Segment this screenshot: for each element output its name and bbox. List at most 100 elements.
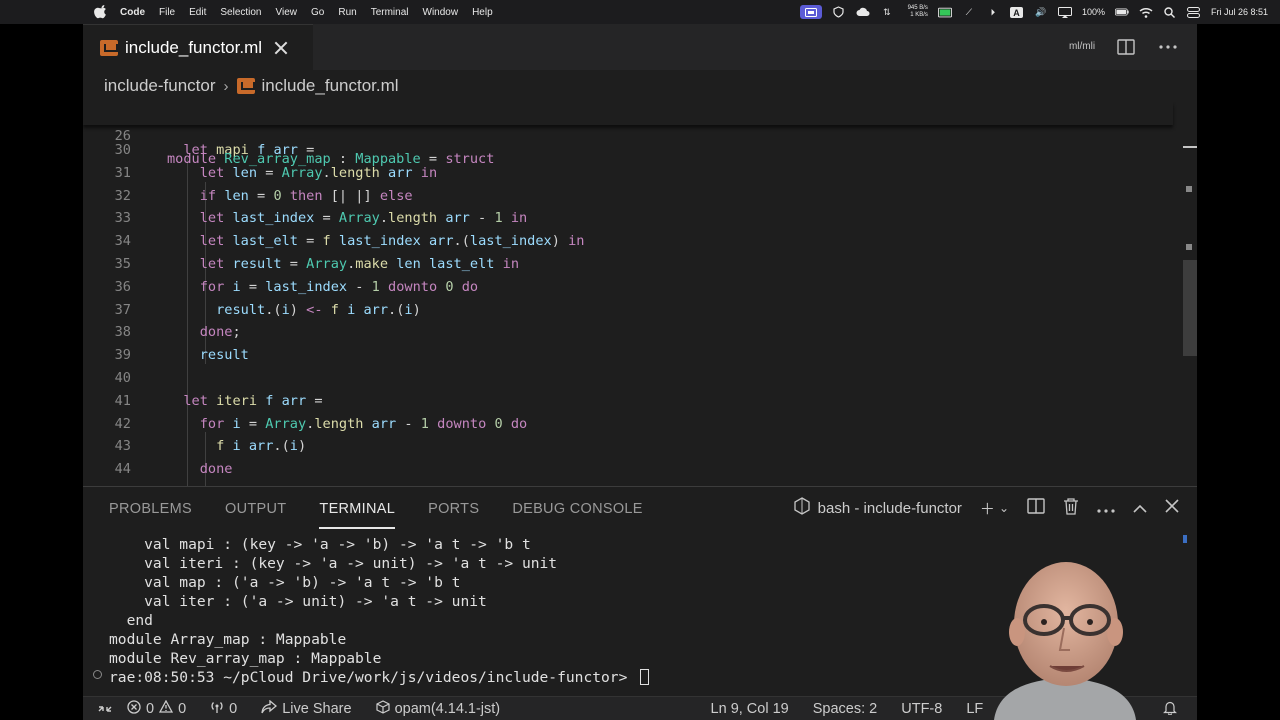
close-panel-icon[interactable] [1165,499,1179,517]
code-editor[interactable]: 26 module Rev_array_map : Mappable = str… [83,102,1197,486]
more-actions-icon[interactable] [1157,36,1179,58]
cursor-position[interactable]: Ln 9, Col 19 [711,701,789,717]
maximize-panel-icon[interactable] [1133,500,1147,517]
menu-edit[interactable]: Edit [189,7,206,18]
tab-include-functor[interactable]: include_functor.ml [83,24,313,70]
problems-indicator[interactable]: 0 0 [127,699,187,718]
menu-go[interactable]: Go [311,7,324,18]
tab-ports[interactable]: PORTS [428,501,479,517]
code-line[interactable]: 44 done [83,458,1173,481]
battery-icon[interactable] [1114,6,1129,18]
code-line[interactable]: 32 if len = 0 then [| |] else [83,185,1173,208]
network-speed: 945 B/s 1 KB/s [904,5,928,19]
split-terminal-icon[interactable] [1027,498,1045,518]
code-line[interactable]: 36 for i = last_index - 1 downto 0 do [83,276,1173,299]
display-icon[interactable] [937,6,952,18]
overview-marker [1186,244,1192,250]
volume-icon[interactable]: 🔊 [1034,6,1048,18]
menu-window[interactable]: Window [423,7,459,18]
shield-icon[interactable] [832,6,846,18]
net-down: 1 KB/s [910,12,928,18]
chevron-right-icon: › [223,77,229,95]
ports-indicator[interactable]: 0 [210,700,237,718]
code-line[interactable]: 34 let last_elt = f last_index arr.(last… [83,230,1173,253]
menu-app-name[interactable]: Code [120,7,145,18]
trash-icon[interactable] [1063,497,1079,519]
menu-help[interactable]: Help [472,7,493,18]
line-number: 36 [114,278,131,295]
new-terminal-icon[interactable]: ＋ [980,498,995,519]
code-text: done [199,461,233,478]
pen-icon[interactable]: ⟋ [962,6,976,18]
terminal-line: val mapi : (key -> 'a -> 'b) -> 'a t -> … [109,536,531,553]
terminal-line: module Array_map : Mappable [109,631,347,648]
switch-ml-mli-button[interactable]: ml/mli [1069,36,1095,58]
screen-mirror-icon[interactable] [1057,6,1072,18]
tab-output[interactable]: OUTPUT [225,501,286,517]
code-line[interactable]: 38 done; [83,321,1173,344]
code-line[interactable]: 43 f i arr.(i) [83,435,1173,458]
chevron-down-icon[interactable]: ⌄ [999,501,1009,515]
editor-tab-bar: include_functor.ml ml/mli [83,24,1197,70]
menubar-clock[interactable]: Fri Jul 26 8:51 [1211,7,1268,17]
input-source-icon[interactable]: A [1010,6,1024,18]
play-circle-icon[interactable]: ⏵ [986,6,1000,18]
editor-scrollbar[interactable] [1183,102,1197,486]
code-line[interactable]: 33 let last_index = Array.length arr - 1… [83,207,1173,230]
code-line[interactable]: 37 result.(i) <- f i arr.(i) [83,299,1173,322]
cloud-icon[interactable] [856,6,870,18]
control-center-icon[interactable] [1187,6,1201,18]
apple-logo-icon[interactable] [94,5,108,19]
macos-menu-bar: Code File Edit Selection View Go Run Ter… [0,0,1280,24]
menu-terminal[interactable]: Terminal [371,7,409,18]
command-decoration-icon[interactable] [93,670,102,679]
code-text: done; [199,324,241,341]
split-editor-icon[interactable] [1115,36,1137,58]
menu-selection[interactable]: Selection [220,7,261,18]
terminal-output[interactable]: val mapi : (key -> 'a -> 'b) -> 'a t -> … [109,535,650,687]
terminal-shell-name[interactable]: bash - include-functor [818,500,962,517]
menu-file[interactable]: File [159,7,175,18]
indentation[interactable]: Spaces: 2 [813,701,878,717]
code-line[interactable]: 40 [83,367,1173,390]
transfer-icon[interactable]: ⇅ [880,6,894,18]
remote-indicator-icon[interactable] [83,697,127,720]
sticky-scroll-line[interactable]: 26 module Rev_array_map : Mappable = str… [83,102,1173,167]
more-actions-icon[interactable] [1097,500,1115,517]
line-number: 40 [114,370,131,386]
menubar-status-area: ⇅ 945 B/s 1 KB/s ⟋ ⏵ A 🔊 100% Fri Jul 26 … [799,0,1280,24]
tab-terminal[interactable]: TERMINAL [319,501,395,529]
warning-count: 0 [178,700,187,717]
tab-problems[interactable]: PROBLEMS [109,501,192,517]
opam-switch-button[interactable]: opam(4.14.1-jst) [375,699,500,718]
file-encoding[interactable]: UTF-8 [901,701,942,717]
menu-view[interactable]: View [276,7,298,18]
code-line[interactable]: 35 let result = Array.make len last_elt … [83,253,1173,276]
ocaml-file-icon [100,39,118,56]
terminal-scroll-marker [1183,535,1187,543]
code-line[interactable]: 42 for i = Array.length arr - 1 downto 0… [83,413,1173,436]
breadcrumb-folder[interactable]: include-functor [104,76,216,96]
live-share-button[interactable]: Live Share [261,699,352,718]
bell-icon[interactable] [1163,700,1177,719]
menu-run[interactable]: Run [338,7,356,18]
wifi-icon[interactable] [1139,6,1153,18]
terminal-prompt-line: rae:08:50:53 ~/pCloud Drive/work/js/vide… [109,668,650,687]
panel-tab-bar: PROBLEMS OUTPUT TERMINAL PORTS DEBUG CON… [109,487,643,531]
tab-debug-console[interactable]: DEBUG CONSOLE [512,501,642,517]
svg-text:A: A [1014,8,1021,18]
terminal-line: end [109,612,153,629]
close-icon[interactable] [274,41,288,55]
code-line[interactable]: 39 result [83,344,1173,367]
breadcrumb-file[interactable]: include_functor.ml [262,76,399,96]
screen-record-icon[interactable] [799,5,822,19]
code-text: if len = 0 then [| |] else [199,187,413,204]
spotlight-search-icon[interactable] [1163,6,1177,18]
terminal-line: val iter : ('a -> unit) -> 'a t -> unit [109,593,487,610]
antenna-icon [210,700,224,718]
line-number: 34 [114,233,131,250]
editor-scrollbar-thumb[interactable] [1183,260,1197,356]
panel-actions: bash - include-functor ＋ ⌄ [794,497,1179,519]
end-of-line[interactable]: LF [966,701,983,717]
code-line[interactable]: 41 let iteri f arr = [83,390,1173,413]
